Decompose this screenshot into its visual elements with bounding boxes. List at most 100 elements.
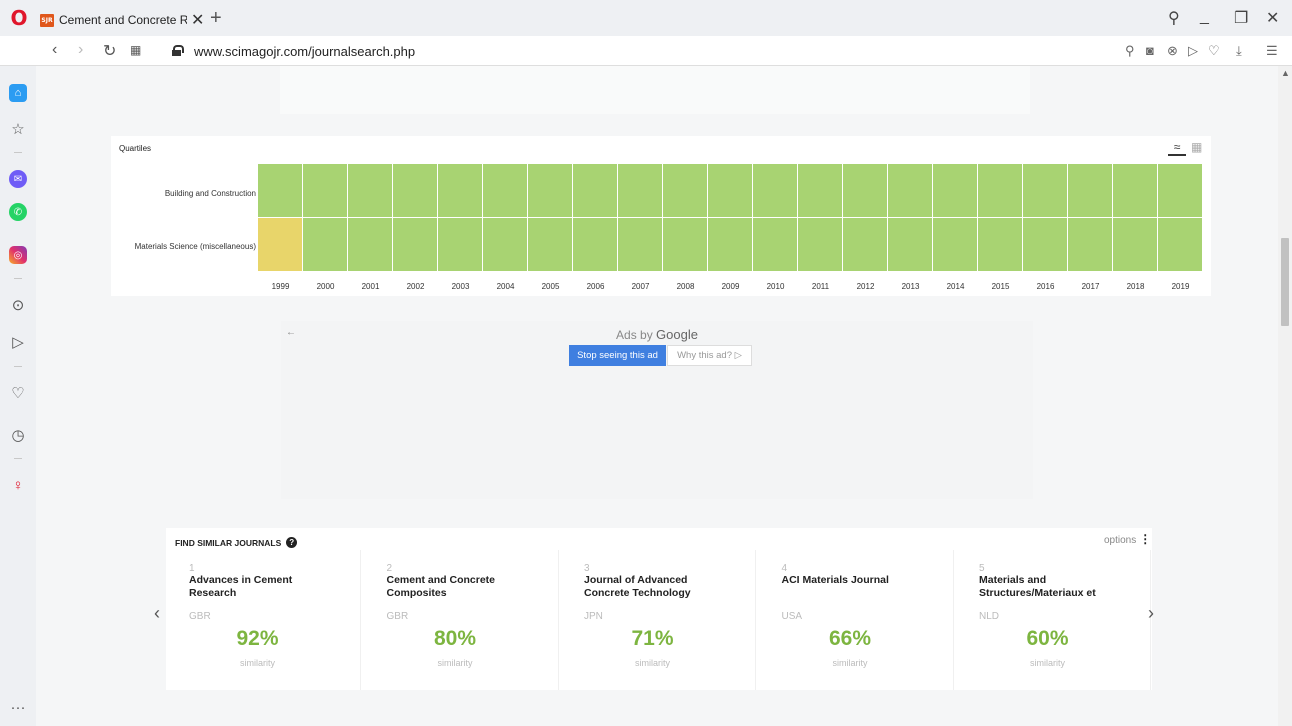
quartile-cell[interactable] xyxy=(258,164,303,218)
quartile-cell[interactable] xyxy=(528,164,573,218)
quartile-cell[interactable] xyxy=(933,218,978,272)
search-page-icon[interactable]: ⚲ xyxy=(1125,43,1135,59)
quartile-cell[interactable] xyxy=(753,164,798,218)
quartile-cell[interactable] xyxy=(348,218,393,272)
quartile-cell[interactable] xyxy=(348,164,393,218)
history-icon[interactable]: ◷ xyxy=(9,426,27,444)
tab-title: Cement and Concrete Rese xyxy=(59,13,187,27)
chart-view-icon[interactable]: ≈ xyxy=(1168,140,1186,156)
instagram-icon[interactable]: ◎ xyxy=(9,246,27,264)
quartile-cell[interactable] xyxy=(708,164,753,218)
easy-setup-icon[interactable]: ☰ xyxy=(1266,43,1278,59)
quartile-cell[interactable] xyxy=(618,218,663,272)
quartile-cell[interactable] xyxy=(843,164,888,218)
journal-name[interactable]: Journal of Advanced Concrete Technology xyxy=(584,574,724,600)
journal-country: GBR xyxy=(189,611,211,622)
quartile-cell[interactable] xyxy=(753,218,798,272)
quartile-cell[interactable] xyxy=(573,164,618,218)
quartile-cell[interactable] xyxy=(393,164,438,218)
adblock-icon[interactable]: ⊗ xyxy=(1167,43,1178,59)
home-icon[interactable]: ⌂ xyxy=(9,84,27,102)
more-icon[interactable]: ··· xyxy=(9,698,27,716)
quartile-cell[interactable] xyxy=(843,218,888,272)
quartile-cell[interactable] xyxy=(798,218,843,272)
quartile-cell[interactable] xyxy=(798,164,843,218)
close-window-icon[interactable]: ✕ xyxy=(1266,8,1279,28)
quartile-cell[interactable] xyxy=(978,218,1023,272)
quartile-cell[interactable] xyxy=(978,164,1023,218)
quartile-cell[interactable] xyxy=(663,164,708,218)
heart-icon[interactable]: ♡ xyxy=(9,384,27,402)
reload-icon[interactable]: ↻ xyxy=(103,41,116,61)
search-tabs-icon[interactable]: ⚲ xyxy=(1168,8,1180,28)
forward-icon[interactable]: › xyxy=(78,41,83,59)
quartile-cell[interactable] xyxy=(303,164,348,218)
previous-arrow-icon[interactable]: ‹ xyxy=(154,603,160,624)
similar-journal-card[interactable]: 3 Journal of Advanced Concrete Technology… xyxy=(561,550,756,690)
quartile-cell[interactable] xyxy=(1158,164,1203,218)
quartile-cell[interactable] xyxy=(708,218,753,272)
snapshot-icon[interactable]: ◙ xyxy=(1146,43,1154,58)
quartile-cell[interactable] xyxy=(258,218,303,272)
next-arrow-icon[interactable]: › xyxy=(1148,603,1154,624)
quartile-cell[interactable] xyxy=(618,164,663,218)
quartile-cell[interactable] xyxy=(573,218,618,272)
help-icon[interactable]: ? xyxy=(286,537,298,548)
new-tab-button[interactable]: + xyxy=(210,7,222,30)
quartile-cell[interactable] xyxy=(1113,164,1158,218)
send-icon[interactable]: ▷ xyxy=(1188,43,1198,59)
quartile-cell[interactable] xyxy=(1023,164,1068,218)
table-view-icon[interactable]: ▦ xyxy=(1191,140,1202,154)
similar-journal-card[interactable]: 5 Materials and Structures/Materiaux et NL… xyxy=(956,550,1151,690)
lock-icon[interactable] xyxy=(172,45,184,56)
tips-bulb-icon[interactable]: ♀ xyxy=(9,476,27,494)
messenger-icon[interactable]: ✉ xyxy=(9,170,27,188)
vertical-scrollbar[interactable]: ▲ xyxy=(1278,66,1292,726)
minimize-icon[interactable]: _ xyxy=(1200,8,1209,26)
year-tick-label: 2007 xyxy=(631,282,650,291)
quartile-cell[interactable] xyxy=(888,218,933,272)
quartile-cell[interactable] xyxy=(483,218,528,272)
player-icon[interactable]: ⊙ xyxy=(9,296,27,314)
similar-journal-card[interactable]: 2 Cement and Concrete Composites GBR 80% sim… xyxy=(364,550,559,690)
stop-seeing-ad-button[interactable]: Stop seeing this ad xyxy=(569,345,666,366)
year-tick-label: 2013 xyxy=(901,282,920,291)
url-field[interactable]: www.scimagojr.com/journalsearch.php xyxy=(194,44,415,59)
quartile-cell[interactable] xyxy=(483,164,528,218)
scrollbar-thumb[interactable] xyxy=(1281,238,1289,326)
bookmarks-icon[interactable]: ☆ xyxy=(9,120,27,138)
journal-name[interactable]: ACI Materials Journal xyxy=(782,574,922,587)
download-icon[interactable]: ⤓ xyxy=(1236,43,1242,59)
opera-logo-icon[interactable]: O xyxy=(10,8,28,28)
quartile-cell[interactable] xyxy=(933,164,978,218)
quartile-cell[interactable] xyxy=(528,218,573,272)
similarity-percent: 92% xyxy=(236,627,279,650)
close-tab-icon[interactable]: ✕ xyxy=(191,10,204,30)
quartile-cell[interactable] xyxy=(393,218,438,272)
options-button[interactable]: options ⋮ xyxy=(1104,532,1151,546)
why-this-ad-button[interactable]: Why this ad? ▷ xyxy=(667,345,752,366)
quartile-cell[interactable] xyxy=(438,218,483,272)
quartile-cell[interactable] xyxy=(438,164,483,218)
journal-name[interactable]: Cement and Concrete Composites xyxy=(387,574,527,600)
similar-journal-card[interactable]: 1 Advances in Cement Research GBR 92% simila… xyxy=(166,550,361,690)
quartile-cell[interactable] xyxy=(1113,218,1158,272)
quartile-cell[interactable] xyxy=(1068,218,1113,272)
journal-name[interactable]: Advances in Cement Research xyxy=(189,574,329,600)
send-icon[interactable]: ▷ xyxy=(9,333,27,351)
quartile-cell[interactable] xyxy=(1023,218,1068,272)
quartile-cell[interactable] xyxy=(1068,164,1113,218)
restore-icon[interactable]: ❐ xyxy=(1234,8,1248,28)
quartile-cell[interactable] xyxy=(663,218,708,272)
quartile-cell[interactable] xyxy=(303,218,348,272)
scroll-up-icon[interactable]: ▲ xyxy=(1281,68,1290,78)
heart-icon[interactable]: ♡ xyxy=(1208,43,1220,59)
similar-journal-card[interactable]: 4 ACI Materials Journal USA 66% similarity xyxy=(759,550,954,690)
quartile-cell[interactable] xyxy=(888,164,933,218)
quartile-cell[interactable] xyxy=(1158,218,1203,272)
back-icon[interactable]: ‹ xyxy=(52,41,57,59)
speed-dial-icon[interactable]: ▦ xyxy=(130,43,141,57)
journal-name[interactable]: Materials and Structures/Materiaux et xyxy=(979,574,1119,600)
whatsapp-icon[interactable]: ✆ xyxy=(9,203,27,221)
browser-tab[interactable]: SJR Cement and Concrete Rese ✕ xyxy=(40,8,206,32)
